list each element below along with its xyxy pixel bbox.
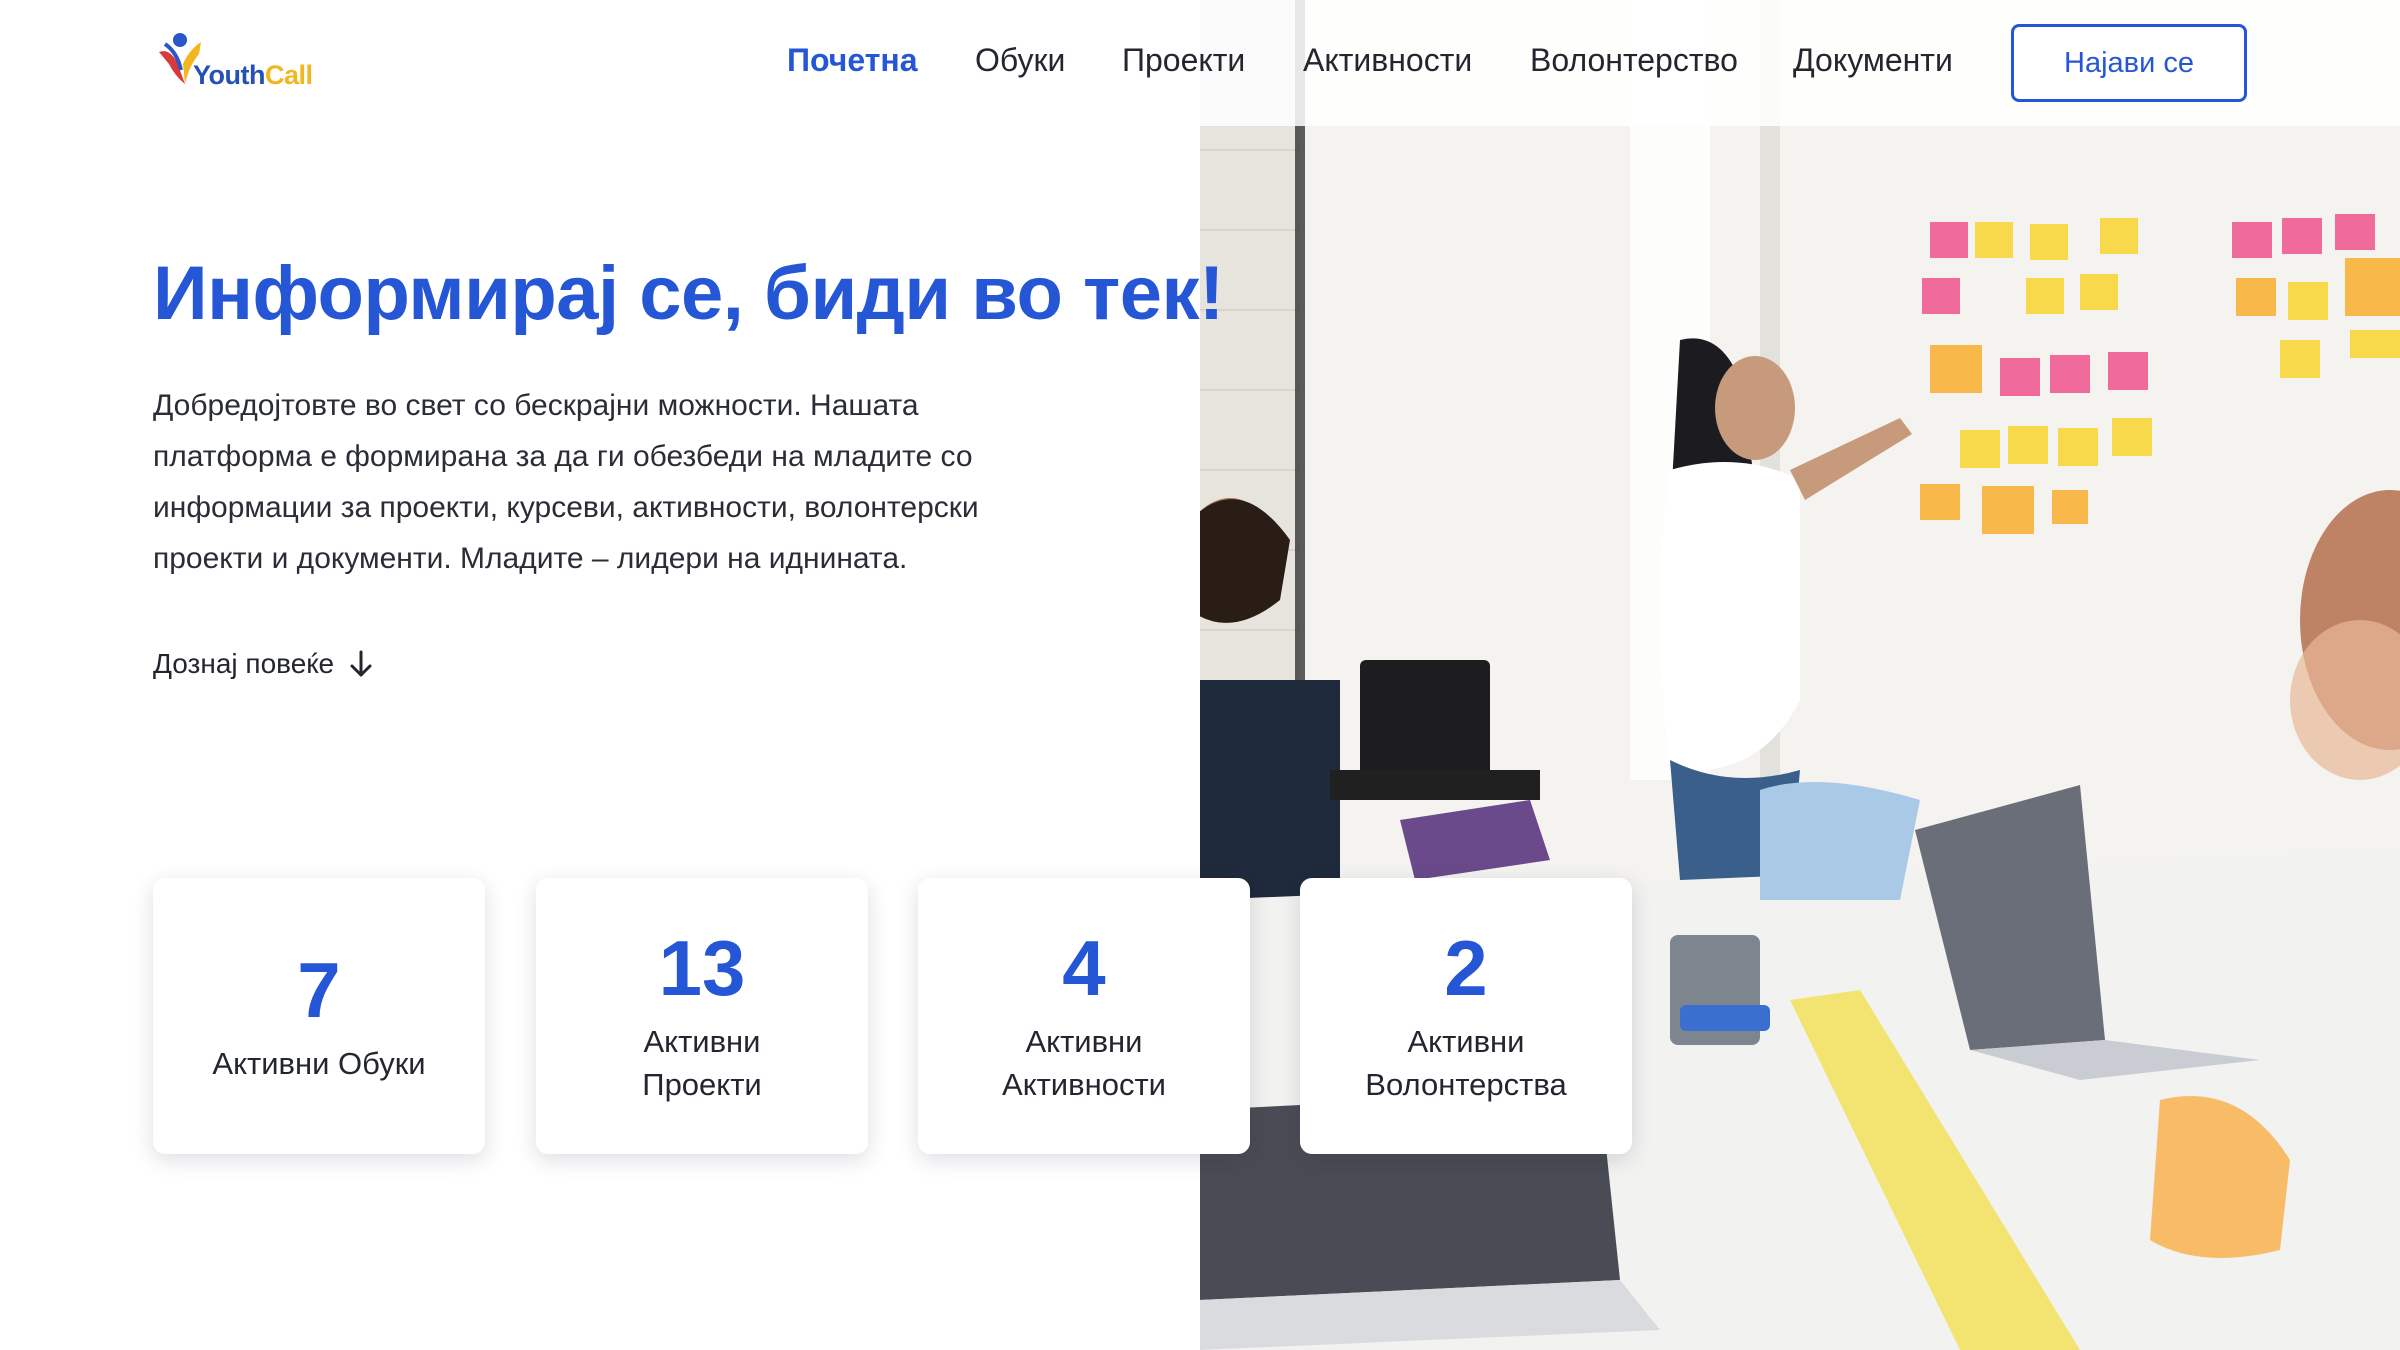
learn-more-link[interactable]: Дознај повеќе <box>153 648 374 680</box>
nav-item-documents[interactable]: Документи <box>1793 42 1953 79</box>
stat-value: 7 <box>297 945 341 1034</box>
nav-item-trainings[interactable]: Обуки <box>975 42 1065 79</box>
stat-label: Активни Обуки <box>212 1045 426 1081</box>
hero-title: Информирај се, биди во тек! <box>153 251 1224 336</box>
stat-label: Активни Волонтерства <box>1365 1024 1567 1102</box>
stat-card-trainings[interactable]: 7 Активни Обуки <box>153 878 485 1154</box>
stat-value: 4 <box>1062 924 1106 1012</box>
learn-more-label: Дознај повеќе <box>153 648 335 679</box>
nav-item-volunteering[interactable]: Волонтерство <box>1530 42 1738 79</box>
nav-item-home[interactable]: Почетна <box>787 42 918 79</box>
stat-card-activities[interactable]: 4 Активни Активности <box>918 878 1250 1154</box>
site-header: YouthCall Почетна Обуки Проекти Активнос… <box>0 0 2400 126</box>
nav-item-projects[interactable]: Проекти <box>1122 42 1245 79</box>
stat-card-volunteering[interactable]: 2 Активни Волонтерства <box>1300 878 1632 1154</box>
hero-description: Добредојтовте во свет со бескрајни можно… <box>153 389 979 575</box>
youthcall-logo[interactable]: YouthCall <box>155 30 325 92</box>
nav-item-activities[interactable]: Активности <box>1303 42 1472 79</box>
stat-value: 13 <box>658 924 746 1012</box>
logo-wordmark: YouthCall <box>193 60 313 90</box>
stat-value: 2 <box>1444 924 1488 1012</box>
login-button[interactable]: Најави се <box>2011 24 2247 102</box>
stat-label: Активни Активности <box>1002 1024 1166 1102</box>
stat-label: Активни Проекти <box>642 1024 762 1102</box>
stat-card-projects[interactable]: 13 Активни Проекти <box>536 878 868 1154</box>
arrow-down-icon <box>350 650 372 677</box>
